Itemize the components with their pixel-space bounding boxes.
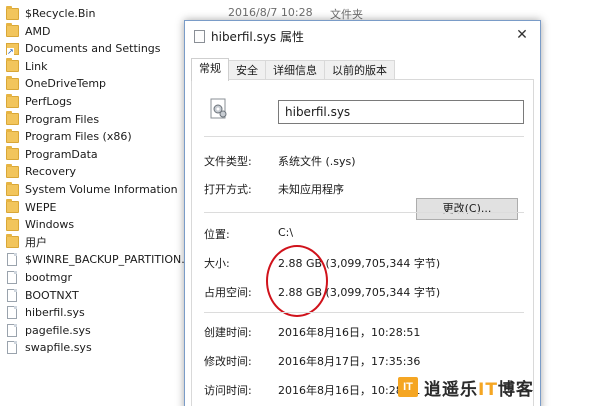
watermark-text-it: IT bbox=[478, 379, 498, 400]
list-item[interactable]: AMD bbox=[6, 23, 51, 40]
list-item-name: $WINRE_BACKUP_PARTITION.M bbox=[25, 253, 195, 267]
list-item[interactable]: OneDriveTemp bbox=[6, 75, 106, 92]
list-item-name: swapfile.sys bbox=[25, 341, 92, 355]
divider bbox=[204, 312, 524, 313]
list-item[interactable]: swapfile.sys bbox=[6, 339, 92, 356]
folder-icon bbox=[6, 199, 19, 214]
list-item-name: AMD bbox=[25, 24, 51, 38]
list-item-name: bootmgr bbox=[25, 271, 72, 284]
list-item-name: $Recycle.Bin bbox=[25, 7, 96, 20]
tab-strip: 常规 安全 详细信息 以前的版本 bbox=[191, 58, 395, 81]
tab-general[interactable]: 常规 bbox=[191, 58, 229, 81]
file-icon bbox=[7, 271, 17, 284]
divider bbox=[204, 212, 524, 213]
file-icon bbox=[7, 306, 17, 320]
list-item[interactable]: bootmgr bbox=[6, 269, 72, 286]
folder-icon bbox=[6, 75, 19, 90]
filename-field[interactable]: hiberfil.sys bbox=[278, 100, 524, 124]
file-icon bbox=[7, 253, 17, 267]
general-panel: hiberfil.sys 文件类型: 系统文件 (.sys) 打开方式: 未知应… bbox=[191, 79, 534, 406]
folder-icon bbox=[6, 163, 19, 178]
list-item-name: PerfLogs bbox=[25, 95, 72, 108]
shortcut-folder-icon bbox=[6, 42, 19, 56]
list-item[interactable]: WEPE bbox=[6, 199, 56, 216]
list-item-name: Program Files (x86) bbox=[25, 130, 132, 144]
list-item-name: pagefile.sys bbox=[25, 323, 91, 337]
modified-label: 修改时间: bbox=[204, 355, 252, 368]
change-button[interactable]: 更改(C)... bbox=[416, 198, 518, 220]
list-item[interactable]: BOOTNXT bbox=[6, 287, 79, 304]
list-item-name: System Volume Information bbox=[25, 183, 178, 196]
list-item[interactable]: System Volume Information bbox=[6, 181, 178, 198]
list-item-name: WEPE bbox=[25, 200, 57, 214]
folder-icon bbox=[6, 23, 19, 38]
file-icon bbox=[7, 323, 17, 337]
file-icon bbox=[194, 30, 205, 43]
folder-icon bbox=[6, 146, 19, 161]
watermark-logo: IT bbox=[398, 377, 418, 397]
properties-dialog: hiberfil.sys 属性 ✕ 常规 安全 详细信息 以前的版本 hiber… bbox=[184, 20, 541, 406]
watermark-text-pre: 逍遥乐 bbox=[424, 379, 478, 400]
list-item-name: Recovery bbox=[25, 165, 77, 179]
open-with-value: 未知应用程序 bbox=[278, 183, 344, 196]
list-item-name: Link bbox=[25, 59, 48, 73]
tab-previous-versions[interactable]: 以前的版本 bbox=[324, 60, 395, 81]
file-type-label: 文件类型: bbox=[204, 155, 252, 168]
list-item[interactable]: 用户 bbox=[6, 234, 47, 251]
list-item-name: hiberfil.sys bbox=[25, 306, 85, 320]
list-item[interactable]: Windows bbox=[6, 216, 74, 233]
folder-icon bbox=[6, 181, 19, 196]
list-item[interactable]: PerfLogs bbox=[6, 93, 72, 110]
modified-value: 2016年8月17日，17:35:36 bbox=[278, 355, 421, 368]
folder-icon bbox=[6, 216, 19, 231]
file-type-value: 系统文件 (.sys) bbox=[278, 155, 356, 168]
folder-icon bbox=[6, 93, 19, 108]
accessed-label: 访问时间: bbox=[204, 384, 252, 397]
list-item-name: Windows bbox=[25, 218, 75, 232]
list-item[interactable]: $Recycle.Bin bbox=[6, 5, 95, 22]
list-item-name: Documents and Settings bbox=[25, 42, 161, 56]
header-date: 2016/8/7 10:28 bbox=[228, 6, 313, 19]
list-item-name: OneDriveTemp bbox=[25, 77, 107, 91]
dialog-title: hiberfil.sys 属性 bbox=[211, 30, 305, 44]
list-item-name: 用户 bbox=[25, 236, 47, 250]
watermark-text-post: 博客 bbox=[497, 379, 534, 400]
dialog-titlebar[interactable]: hiberfil.sys 属性 ✕ bbox=[185, 21, 540, 51]
location-label: 位置: bbox=[204, 228, 230, 241]
folder-icon bbox=[6, 234, 19, 249]
size-label: 大小: bbox=[204, 257, 230, 270]
created-label: 创建时间: bbox=[204, 326, 252, 339]
folder-icon bbox=[6, 128, 19, 143]
close-icon[interactable]: ✕ bbox=[512, 25, 532, 45]
list-item-name: Program Files bbox=[25, 112, 100, 126]
file-icon bbox=[7, 288, 17, 302]
highlight-circle bbox=[266, 245, 328, 317]
size-on-disk-label: 占用空间: bbox=[204, 286, 252, 299]
location-value: C:\ bbox=[278, 226, 294, 239]
folder-icon bbox=[6, 111, 19, 126]
list-item[interactable]: Recovery bbox=[6, 163, 76, 180]
watermark-text: 逍遥乐IT博客 bbox=[424, 375, 534, 400]
list-item[interactable]: Link bbox=[6, 58, 48, 75]
list-item-name: ProgramData bbox=[25, 147, 98, 161]
list-item[interactable]: Program Files (x86) bbox=[6, 128, 132, 145]
list-item[interactable]: hiberfil.sys bbox=[6, 304, 85, 321]
tab-security[interactable]: 安全 bbox=[228, 60, 266, 81]
folder-icon bbox=[6, 58, 19, 73]
list-item[interactable]: ProgramData bbox=[6, 146, 98, 163]
created-value: 2016年8月16日，10:28:51 bbox=[278, 326, 421, 339]
list-item[interactable]: $WINRE_BACKUP_PARTITION.M bbox=[6, 251, 194, 268]
gear-file-icon bbox=[210, 98, 227, 119]
list-item-name: BOOTNXT bbox=[25, 288, 79, 302]
list-item[interactable]: Documents and Settings bbox=[6, 40, 161, 57]
tab-details[interactable]: 详细信息 bbox=[265, 60, 325, 81]
list-item[interactable]: Program Files bbox=[6, 111, 99, 128]
list-item[interactable]: pagefile.sys bbox=[6, 322, 91, 339]
open-with-label: 打开方式: bbox=[204, 183, 252, 196]
divider bbox=[204, 136, 524, 137]
file-icon bbox=[7, 341, 17, 355]
folder-icon bbox=[6, 5, 19, 20]
watermark: IT 逍遥乐IT博客 bbox=[398, 375, 534, 400]
